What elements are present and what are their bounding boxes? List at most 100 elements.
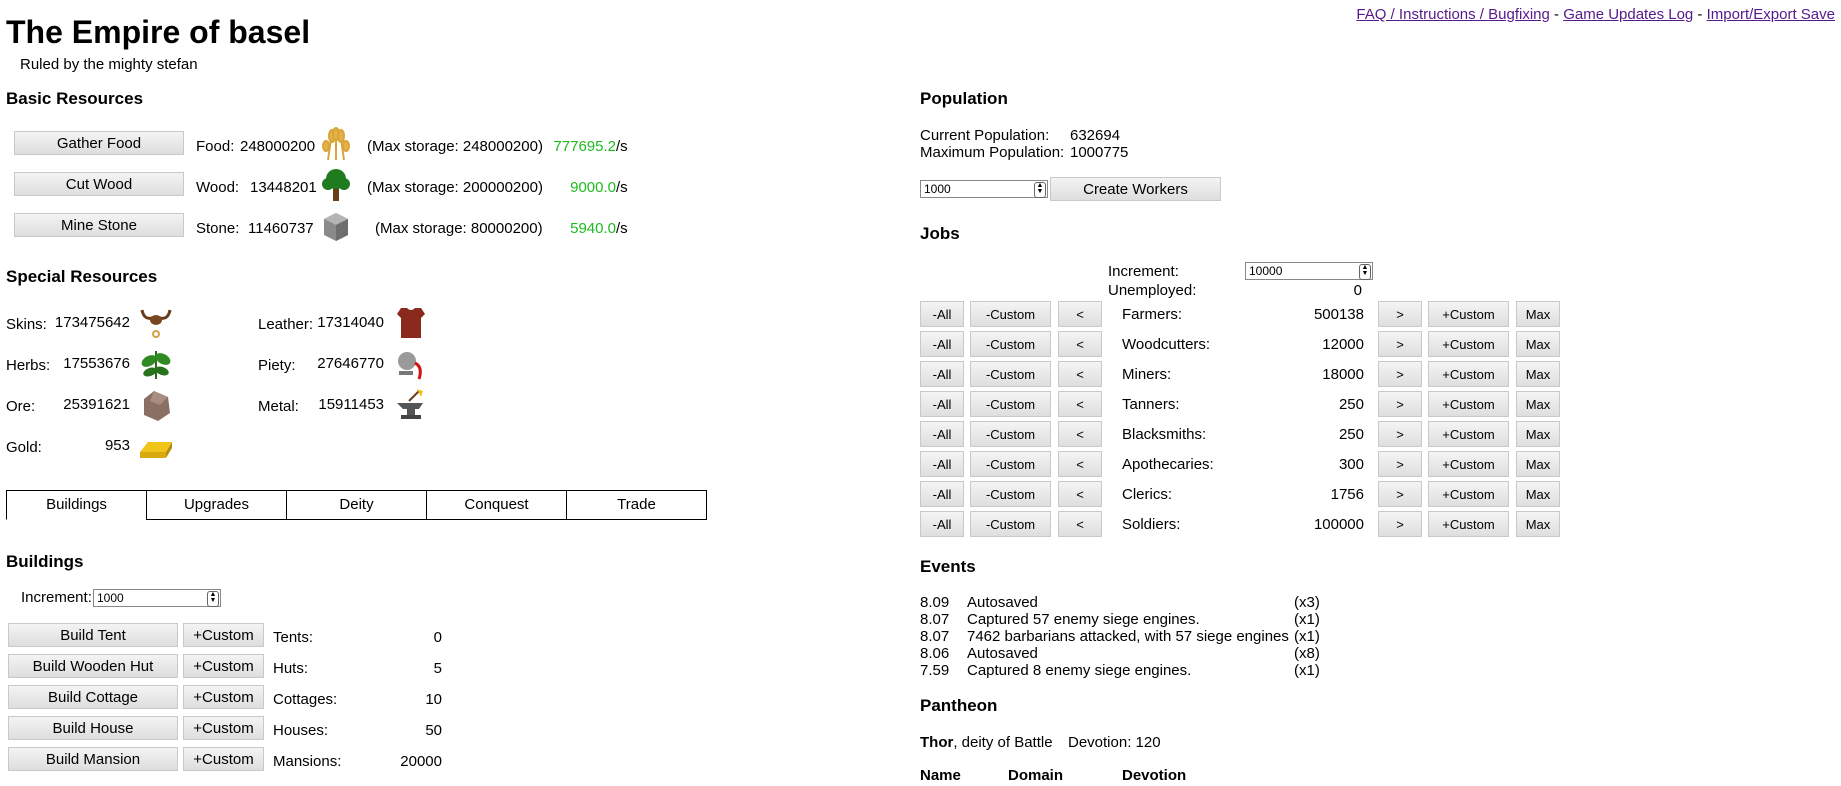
- tab-buildings[interactable]: Buildings: [6, 490, 147, 520]
- add-one-button[interactable]: >: [1378, 331, 1422, 357]
- remove-one-button[interactable]: <: [1058, 361, 1102, 387]
- add-custom-button[interactable]: +Custom: [1428, 421, 1509, 447]
- remove-all-button[interactable]: -All: [920, 511, 964, 537]
- mansion-custom-button[interactable]: +Custom: [183, 747, 264, 771]
- tab-upgrades[interactable]: Upgrades: [146, 490, 287, 520]
- add-custom-button[interactable]: +Custom: [1428, 391, 1509, 417]
- add-custom-button[interactable]: +Custom: [1428, 481, 1509, 507]
- metal-amount: 15911453: [318, 396, 384, 413]
- mine-stone-button[interactable]: Mine Stone: [14, 213, 184, 237]
- build-mansion-button[interactable]: Build Mansion: [8, 747, 178, 771]
- tent-custom-button[interactable]: +Custom: [183, 623, 264, 647]
- job-label: Woodcutters:: [1122, 336, 1211, 353]
- add-max-button[interactable]: Max: [1516, 511, 1560, 537]
- remove-custom-button[interactable]: -Custom: [970, 481, 1051, 507]
- remove-one-button[interactable]: <: [1058, 481, 1102, 507]
- build-tent-button[interactable]: Build Tent: [8, 623, 178, 647]
- job-count: 250: [1338, 426, 1364, 443]
- gather-food-button[interactable]: Gather Food: [14, 131, 184, 155]
- spinner-arrows-icon[interactable]: ▲ ▼: [1034, 182, 1046, 198]
- spinner-arrows-icon[interactable]: ▲ ▼: [1359, 264, 1371, 280]
- stone-label: Stone:: [196, 220, 240, 237]
- updates-log-link[interactable]: Game Updates Log: [1563, 6, 1693, 23]
- build-house-button[interactable]: Build House: [8, 716, 178, 740]
- create-workers-button[interactable]: Create Workers: [1050, 177, 1221, 201]
- cottages-label: Cottages:: [273, 691, 338, 708]
- piety-label: Piety:: [258, 357, 296, 374]
- buildings-increment-input[interactable]: 1000 ▲ ▼: [93, 589, 221, 607]
- ore-label: Ore:: [6, 398, 36, 415]
- remove-one-button[interactable]: <: [1058, 391, 1102, 417]
- remove-all-button[interactable]: -All: [920, 331, 964, 357]
- add-max-button[interactable]: Max: [1516, 421, 1560, 447]
- add-max-button[interactable]: Max: [1516, 391, 1560, 417]
- remove-custom-button[interactable]: -Custom: [970, 391, 1051, 417]
- tab-trade[interactable]: Trade: [566, 490, 707, 520]
- add-one-button[interactable]: >: [1378, 391, 1422, 417]
- add-custom-button[interactable]: +Custom: [1428, 361, 1509, 387]
- max-population-label: Maximum Population:: [920, 144, 1065, 161]
- pantheon-heading: Pantheon: [920, 696, 998, 715]
- add-max-button[interactable]: Max: [1516, 331, 1560, 357]
- food-label: Food:: [196, 138, 235, 155]
- job-label: Apothecaries:: [1122, 456, 1214, 473]
- remove-custom-button[interactable]: -Custom: [970, 421, 1051, 447]
- faq-link[interactable]: FAQ / Instructions / Bugfixing: [1356, 6, 1549, 23]
- add-max-button[interactable]: Max: [1516, 301, 1560, 327]
- event-time: 8.06: [920, 645, 950, 662]
- remove-custom-button[interactable]: -Custom: [970, 451, 1051, 477]
- ore-icon: [144, 391, 170, 421]
- cottage-custom-button[interactable]: +Custom: [183, 685, 264, 709]
- remove-custom-button[interactable]: -Custom: [970, 361, 1051, 387]
- add-one-button[interactable]: >: [1378, 511, 1422, 537]
- add-max-button[interactable]: Max: [1516, 481, 1560, 507]
- tab-deity[interactable]: Deity: [286, 490, 427, 520]
- add-one-button[interactable]: >: [1378, 301, 1422, 327]
- remove-custom-button[interactable]: -Custom: [970, 511, 1051, 537]
- buildings-heading: Buildings: [6, 552, 84, 571]
- event-time: 8.09: [920, 594, 950, 611]
- add-max-button[interactable]: Max: [1516, 451, 1560, 477]
- import-export-link[interactable]: Import/Export Save: [1707, 6, 1835, 23]
- food-rate-unit: /s: [616, 138, 628, 155]
- add-one-button[interactable]: >: [1378, 451, 1422, 477]
- huts-count: 5: [433, 660, 442, 677]
- jobs-increment-input[interactable]: 10000 ▲ ▼: [1245, 262, 1373, 280]
- add-max-button[interactable]: Max: [1516, 361, 1560, 387]
- remove-one-button[interactable]: <: [1058, 331, 1102, 357]
- remove-one-button[interactable]: <: [1058, 421, 1102, 447]
- job-label: Soldiers:: [1122, 516, 1181, 533]
- add-one-button[interactable]: >: [1378, 361, 1422, 387]
- spinner-arrows-icon[interactable]: ▲ ▼: [207, 591, 219, 607]
- cut-wood-button[interactable]: Cut Wood: [14, 172, 184, 196]
- remove-custom-button[interactable]: -Custom: [970, 301, 1051, 327]
- build-cottage-button[interactable]: Build Cottage: [8, 685, 178, 709]
- remove-all-button[interactable]: -All: [920, 451, 964, 477]
- add-custom-button[interactable]: +Custom: [1428, 511, 1509, 537]
- deity-devotion: Devotion: 120: [1068, 734, 1161, 751]
- create-workers-amount-input[interactable]: 1000 ▲ ▼: [920, 180, 1048, 198]
- remove-one-button[interactable]: <: [1058, 301, 1102, 327]
- remove-all-button[interactable]: -All: [920, 361, 964, 387]
- remove-one-button[interactable]: <: [1058, 511, 1102, 537]
- cottages-count: 10: [425, 691, 442, 708]
- remove-all-button[interactable]: -All: [920, 391, 964, 417]
- skins-label: Skins:: [6, 316, 47, 333]
- add-custom-button[interactable]: +Custom: [1428, 451, 1509, 477]
- build-wooden-hut-button[interactable]: Build Wooden Hut: [8, 654, 178, 678]
- hut-custom-button[interactable]: +Custom: [183, 654, 264, 678]
- skull-horns-icon: [140, 309, 172, 338]
- add-one-button[interactable]: >: [1378, 421, 1422, 447]
- skins-amount: 173475642: [54, 314, 130, 331]
- add-one-button[interactable]: >: [1378, 481, 1422, 507]
- add-custom-button[interactable]: +Custom: [1428, 331, 1509, 357]
- remove-custom-button[interactable]: -Custom: [970, 331, 1051, 357]
- event-text: Autosaved: [967, 594, 1038, 611]
- add-custom-button[interactable]: +Custom: [1428, 301, 1509, 327]
- remove-all-button[interactable]: -All: [920, 481, 964, 507]
- remove-one-button[interactable]: <: [1058, 451, 1102, 477]
- tab-conquest[interactable]: Conquest: [426, 490, 567, 520]
- house-custom-button[interactable]: +Custom: [183, 716, 264, 740]
- remove-all-button[interactable]: -All: [920, 421, 964, 447]
- remove-all-button[interactable]: -All: [920, 301, 964, 327]
